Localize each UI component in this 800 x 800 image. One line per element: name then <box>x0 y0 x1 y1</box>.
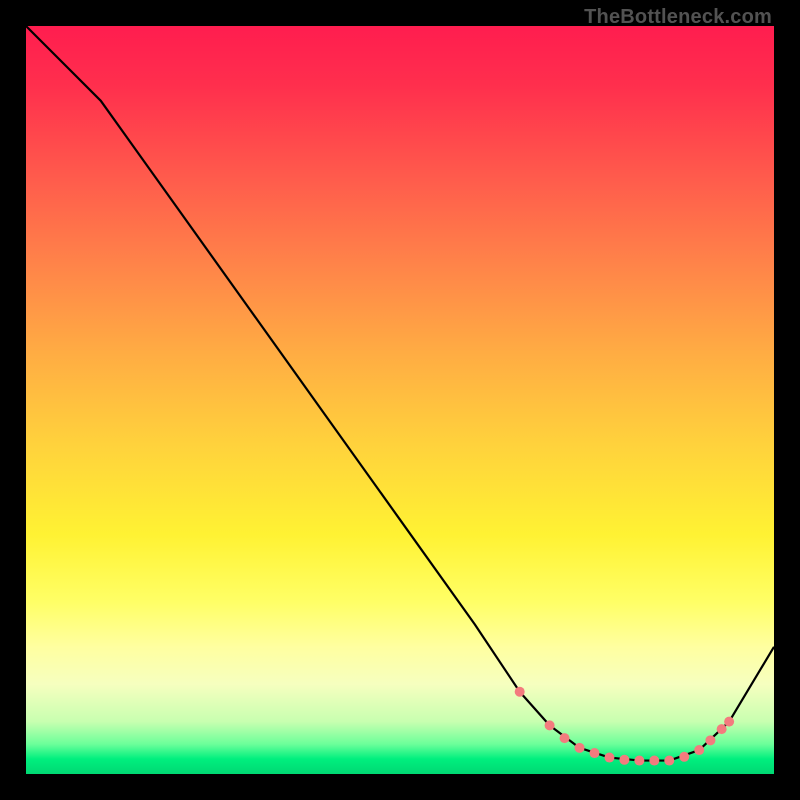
curve-marker <box>724 717 734 727</box>
curve-marker <box>589 748 599 758</box>
curve-marker <box>705 735 715 745</box>
curve-marker <box>679 752 689 762</box>
curve-marker <box>604 753 614 763</box>
curve-markers <box>515 687 734 766</box>
curve-marker <box>545 720 555 730</box>
curve-marker <box>664 756 674 766</box>
curve-marker <box>649 756 659 766</box>
curve-marker <box>634 756 644 766</box>
curve-marker <box>619 755 629 765</box>
curve-marker <box>694 745 704 755</box>
curve-marker <box>717 724 727 734</box>
curve-marker <box>575 743 585 753</box>
chart-overlay <box>26 26 774 774</box>
curve-marker <box>560 733 570 743</box>
bottleneck-curve <box>26 26 774 761</box>
chart-frame: TheBottleneck.com <box>0 0 800 800</box>
curve-marker <box>515 687 525 697</box>
